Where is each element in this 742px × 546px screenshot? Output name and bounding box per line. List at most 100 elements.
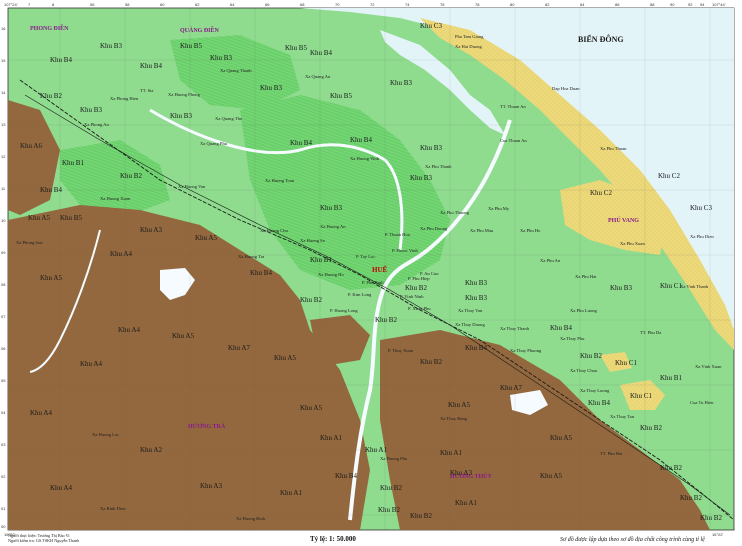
place-label: TT. Phu Da [640,330,661,335]
place-label: P. Phu Hiep [408,276,430,281]
place-label: Xa Huong An [320,224,346,229]
place-label: Xa Huong Ho [318,272,344,277]
zone-label: Khu B2 [300,296,322,304]
zone-label: Khu B3 [100,42,122,50]
zone-label: Khu B4 [350,136,372,144]
place-label: Cua Thuan An [500,138,527,143]
place-label: P. Tay Loc [356,254,375,259]
place-label: Xa Phong Hien [110,96,139,101]
place-label: Xa Phu Dien [690,234,714,239]
zone-label: Khu C3 [420,22,442,30]
zone-label: Khu B3 [260,84,282,92]
place-label: Xa Thuy Duong [455,322,485,327]
corner-coord-top-right: 107°44' [712,2,726,7]
zone-label: Khu A5 [40,274,62,282]
place-label: TT. Sia [140,88,153,93]
place-label: Xa Huong Loc [92,432,119,437]
zone-label: Khu B4 [588,399,610,407]
map-scale: Tỷ lệ: 1: 50.000 [310,535,356,543]
district-label-huong-tra: HƯƠNG TRÀ [188,422,226,430]
coord-tick: 02 [1,474,6,479]
corner-coord-bottom-right: 16°22' [712,532,723,537]
place-label: P. Xuan Phu [408,306,431,311]
coord-tick: 12 [1,154,6,159]
zone-label: Khu B4 [465,344,487,352]
zone-label: Khu B2 [380,484,402,492]
zone-label: Khu A5 [550,434,572,442]
zone-label: Khu B3 [170,112,192,120]
place-label: Xa Phong Son [16,240,43,245]
zone-label: Khu B3 [80,106,102,114]
coord-tick: 15 [1,58,6,63]
zone-label: Khu A7 [500,384,522,392]
zone-label: Khu B4 [550,324,572,332]
place-label: P. Thuy Xuan [388,348,414,353]
coord-tick: 90 [670,2,675,7]
coord-tick: 62 [195,2,200,7]
place-label: Xa Phu Thuong [440,210,470,215]
coord-tick: 56 [90,2,95,7]
coord-tick: 64 [230,2,235,7]
coord-tick: 03 [1,442,6,447]
place-label: Xa Phu An [540,258,561,263]
place-label: Xa Huong Toan [265,178,295,183]
place-label: P. Phu Binh [362,280,384,285]
zone-label: Khu B1 [62,159,84,167]
zone-label: Khu B3 [465,294,487,302]
zone-label: Khu B2 [40,92,62,100]
place-label: P. Vinh Ninh [400,294,424,299]
zone-label: Khu B4 [310,49,332,57]
place-label: Xa Phu Duong [420,226,448,231]
district-label-phu-vang: PHÚ VANG [608,216,639,224]
place-label: P. Phuoc Vinh [392,248,419,253]
place-label: TT. Phu Bai [600,451,623,456]
district-label-quang-dien: QUẢNG ĐIỀN [180,26,220,34]
zone-label: Khu C2 [658,172,680,180]
city-label-hue: HUẾ [372,266,388,274]
place-label: Xa Vinh Xuan [695,364,722,369]
district-label-phong-dien: PHONG ĐIỀN [30,24,69,32]
zone-label: Khu B1 [660,374,682,382]
zone-label: Khu B3 [610,284,632,292]
coord-tick: 84 [580,2,585,7]
zone-label: Khu B3 [410,174,432,182]
zone-label: Khu B4 [40,186,62,194]
geologic-zoning-map: 107°24' 107°44' 16°20' 16°22' BIỂN ĐÔNG … [0,0,742,546]
place-label: Xa Vinh Thanh [680,284,709,289]
place-label: Xa Thuy Luong [580,388,610,393]
zone-label: Khu B4 [50,56,72,64]
zone-label: Khu B2 [700,514,722,522]
zone-label: Khu B5 [285,44,307,52]
zone-label: Khu B2 [410,512,432,520]
coord-tick: 76 [440,2,445,7]
zone-label: Khu B2 [405,284,427,292]
coord-tick: 94 [700,2,705,7]
coord-tick: 00 [1,524,6,529]
place-label: P. Huong Long [330,308,358,313]
place-label: Xa Huong Chu [260,228,289,233]
zone-label: Khu B4 [335,472,357,480]
zone-label: Khu A1 [440,449,462,457]
coord-tick: 60 [160,2,165,7]
credit-reviewer: Người kiểm tra: GS.TSKH Nguyễn Thanh [8,538,80,543]
zone-label: Khu B3 [390,79,412,87]
zone-label: Khu B3 [210,54,232,62]
place-label: Xa Phu Mau [470,228,494,233]
place-label: Dap Hoa Duan [552,86,580,91]
coord-tick: 72 [370,2,375,7]
zone-label: Khu B2 [378,506,400,514]
zone-label: Khu B4 [250,269,272,277]
zone-label: Khu B2 [420,358,442,366]
zone-label: Khu A7 [228,344,250,352]
zone-label: Khu B2 [120,172,142,180]
place-label: Xa Huong Phong [168,92,201,97]
place-label: P. Thuan Hoa [385,232,410,237]
zone-label: Khu B3 [465,279,487,287]
map-source-note: Sơ đồ được lập dựa theo sơ đồ địa chất c… [560,536,705,543]
place-label: Xa Huong Binh [236,516,266,521]
coord-tick: 82 [545,2,550,7]
coord-tick: 01 [1,506,6,511]
coord-tick: 09 [1,250,6,255]
place-label: Xa Phu Hai [575,274,597,279]
zone-label: Khu B4 [140,62,162,70]
